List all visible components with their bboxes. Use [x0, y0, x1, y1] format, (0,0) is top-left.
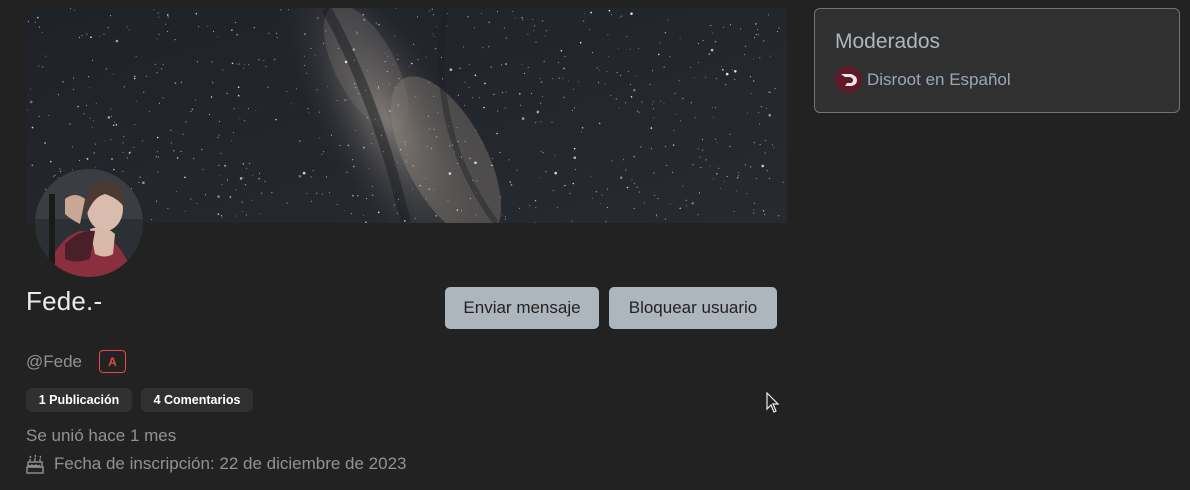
cake-icon	[26, 454, 44, 474]
admin-badge: A	[99, 350, 126, 373]
cake-day-row: Fecha de inscripción: 22 de diciembre de…	[26, 454, 407, 474]
posts-count-badge: 1 Publicación	[26, 388, 132, 412]
display-name: Fede.-	[26, 286, 103, 316]
username-handle: @Fede	[26, 352, 83, 371]
community-name[interactable]: Disroot en Español	[867, 70, 1011, 90]
profile-banner	[26, 8, 787, 223]
profile-page: Fede.- Enviar mensaje Bloquear usuario @…	[0, 0, 1190, 490]
block-user-button[interactable]: Bloquear usuario	[609, 287, 777, 329]
comments-count-badge: 4 Comentarios	[141, 388, 253, 412]
community-icon	[835, 66, 862, 93]
cake-day-text: Fecha de inscripción: 22 de diciembre de…	[54, 454, 407, 473]
avatar	[35, 169, 143, 277]
mouse-cursor-icon	[766, 391, 780, 414]
joined-date: Se unió hace 1 mes	[26, 426, 177, 445]
community-link-disroot[interactable]: Disroot en Español	[835, 66, 1011, 93]
moderated-title: Moderados	[835, 30, 941, 53]
send-message-button[interactable]: Enviar mensaje	[445, 287, 599, 329]
moderated-card: Moderados Disroot en Español	[814, 8, 1180, 113]
